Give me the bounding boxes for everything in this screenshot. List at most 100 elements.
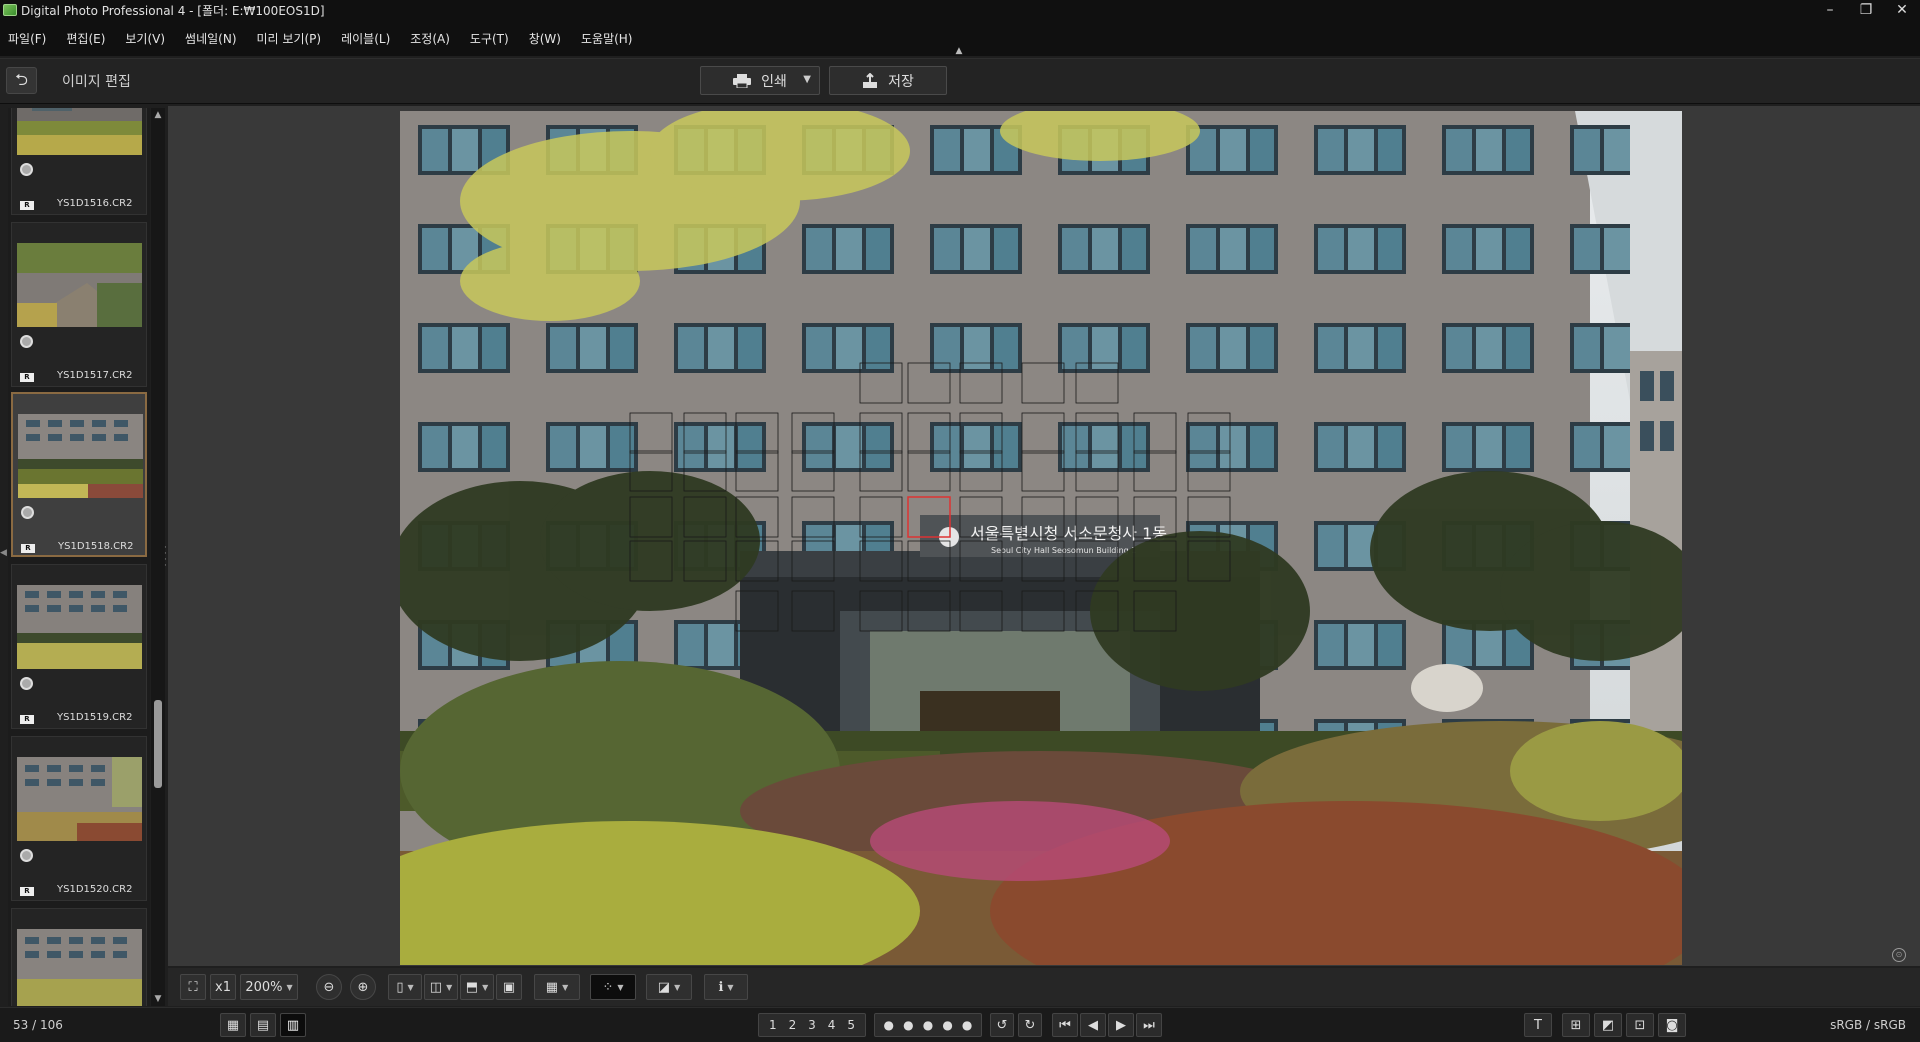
menu-view[interactable]: 보기(V): [125, 30, 165, 47]
zoom-level-select[interactable]: 200% ▼: [240, 974, 298, 1000]
af-point-button[interactable]: ⁘ ▼: [590, 974, 636, 1000]
fullscreen-button[interactable]: ⛶: [180, 974, 206, 1000]
camera-icon: ◙: [1665, 1017, 1679, 1033]
edit-view-button[interactable]: ▥: [280, 1013, 306, 1037]
zoom-1x-button[interactable]: x1: [210, 974, 236, 1000]
menu-label[interactable]: 레이블(L): [341, 30, 390, 47]
zoom-out-button[interactable]: ⊖: [316, 974, 342, 1000]
thumbnail-item[interactable]: R YS1D1520.CR2: [11, 736, 147, 901]
dust-delete-icon: ⊡: [1634, 1017, 1646, 1033]
rating-dot-4[interactable]: ●: [942, 1018, 952, 1032]
rating-dot-3[interactable]: ●: [923, 1018, 933, 1032]
save-button[interactable]: 저장: [829, 66, 947, 95]
label-3[interactable]: 3: [808, 1018, 816, 1032]
minimize-button[interactable]: –: [1812, 0, 1848, 20]
chevron-down-icon: ▼: [727, 982, 734, 992]
scroll-down-icon[interactable]: ▼: [151, 992, 165, 1006]
camera-info-button[interactable]: ◙: [1658, 1013, 1686, 1037]
zoom-in-icon: ⊕: [357, 979, 369, 995]
thumbnail-filename: YS1D1519.CR2: [57, 712, 133, 723]
edit-view-icon: ▥: [286, 1017, 300, 1033]
highlight-warning-button[interactable]: ◪ ▼: [646, 974, 692, 1000]
thumbnail-image: [17, 108, 142, 155]
chevron-down-icon: ▼: [286, 982, 293, 992]
menu-thumbnail[interactable]: 썸네일(N): [185, 30, 236, 47]
zoom-in-button[interactable]: ⊕: [350, 974, 376, 1000]
dust-delete-button[interactable]: ⊡: [1626, 1013, 1654, 1037]
menu-adjust[interactable]: 조정(A): [410, 30, 450, 47]
fullscreen-icon: ⛶: [188, 979, 198, 995]
maximize-button[interactable]: ❐: [1848, 0, 1884, 20]
menu-preview[interactable]: 미리 보기(P): [257, 30, 322, 47]
rotate-right-button[interactable]: ↻: [1018, 1013, 1042, 1037]
rating-dot-5[interactable]: ●: [962, 1018, 972, 1032]
sync-view-button[interactable]: ▣: [496, 974, 522, 1000]
previous-image-button[interactable]: ◀: [1080, 1013, 1106, 1037]
fit-view-icon[interactable]: ⊙: [1892, 948, 1906, 962]
rating-dot-1[interactable]: ●: [884, 1018, 894, 1032]
menu-file[interactable]: 파일(F): [8, 30, 46, 47]
menu-edit[interactable]: 편집(E): [66, 30, 105, 47]
chevron-down-icon: ▼: [562, 982, 569, 992]
thumbnail-item[interactable]: R YS1D1517.CR2: [11, 222, 147, 387]
thumbnail-item-selected[interactable]: R YS1D1518.CR2: [11, 392, 147, 557]
thumbnail-item[interactable]: R YS1D1516.CR2: [11, 108, 147, 215]
grid-overlay-button[interactable]: ▦ ▼: [534, 974, 580, 1000]
sync-view-icon: ▣: [502, 979, 516, 995]
scroll-up-icon[interactable]: ▲: [151, 108, 165, 122]
print-dropdown-icon[interactable]: ▼: [803, 74, 811, 85]
thumbnail-item[interactable]: [11, 908, 147, 1006]
back-button[interactable]: ⮌: [6, 67, 37, 94]
check-mark-icon[interactable]: [20, 163, 33, 176]
rating-dot-2[interactable]: ●: [903, 1018, 913, 1032]
label-2[interactable]: 2: [789, 1018, 797, 1032]
thumbnail-scrollbar[interactable]: ▲ ▼: [151, 108, 165, 1006]
scrollbar-thumb[interactable]: [154, 700, 162, 788]
first-image-button[interactable]: ⏮: [1052, 1013, 1078, 1037]
label-1[interactable]: 1: [769, 1018, 777, 1032]
toolbar: ⮌ 이미지 편집 인쇄 ▼ 저장: [0, 58, 1920, 104]
info-icon: ℹ: [718, 979, 724, 995]
color-space: sRGB / sRGB: [1830, 1018, 1906, 1032]
thumbnail-panel: R YS1D1516.CR2 R YS1D1517.CR2 R YS1D1518…: [8, 108, 150, 1006]
menu-tools[interactable]: 도구(T): [470, 30, 509, 47]
thumbnail-item[interactable]: R YS1D1519.CR2: [11, 564, 147, 729]
label-bar: 1 2 3 4 5: [758, 1013, 866, 1037]
check-mark-icon[interactable]: [20, 677, 33, 690]
collapse-left-icon[interactable]: ◀: [0, 548, 8, 560]
filmstrip-icon: ▤: [256, 1017, 270, 1033]
thumbnail-filename: YS1D1517.CR2: [57, 370, 133, 381]
thumbnail-view-button[interactable]: ▦: [220, 1013, 246, 1037]
filmstrip-view-button[interactable]: ▤: [250, 1013, 276, 1037]
info-display-button[interactable]: ℹ ▼: [704, 974, 748, 1000]
compare-horizontal-button[interactable]: ◫ ▼: [424, 974, 458, 1000]
close-button[interactable]: ✕: [1884, 0, 1920, 20]
compare-vertical-button[interactable]: ⬒ ▼: [460, 974, 494, 1000]
last-icon: ⏭: [1143, 1017, 1155, 1033]
chevron-down-icon: ▼: [446, 982, 453, 992]
last-image-button[interactable]: ⏭: [1136, 1013, 1162, 1037]
menu-window[interactable]: 창(W): [529, 30, 561, 47]
label-4[interactable]: 4: [828, 1018, 836, 1032]
print-button[interactable]: 인쇄 ▼: [700, 66, 820, 95]
next-image-button[interactable]: ▶: [1108, 1013, 1134, 1037]
raw-badge: R: [20, 887, 34, 896]
app-icon: [3, 4, 17, 16]
thumbnail-filename: YS1D1520.CR2: [57, 884, 133, 895]
thumbnail-image: [17, 757, 142, 841]
photo-preview[interactable]: 서울특별시청 서소문청사 1동 Seoul City Hall Seosomun…: [400, 111, 1682, 965]
collapse-toolbar-caret-icon[interactable]: ▲: [952, 46, 966, 56]
single-view-button[interactable]: ▯ ▼: [388, 974, 422, 1000]
text-tool-button[interactable]: T: [1524, 1013, 1552, 1037]
check-mark-icon[interactable]: [20, 849, 33, 862]
check-mark-icon[interactable]: [20, 335, 33, 348]
label-5[interactable]: 5: [847, 1018, 855, 1032]
image-adjust-button[interactable]: ◩: [1594, 1013, 1622, 1037]
raw-badge: R: [21, 544, 35, 553]
crop-tool-button[interactable]: ⊞: [1562, 1013, 1590, 1037]
chevron-down-icon: ▼: [407, 982, 414, 992]
check-mark-icon[interactable]: [21, 506, 34, 519]
menu-help[interactable]: 도움말(H): [581, 30, 633, 47]
window-title: Digital Photo Professional 4 - [폴더: E:₩1…: [21, 3, 325, 18]
rotate-left-button[interactable]: ↺: [990, 1013, 1014, 1037]
